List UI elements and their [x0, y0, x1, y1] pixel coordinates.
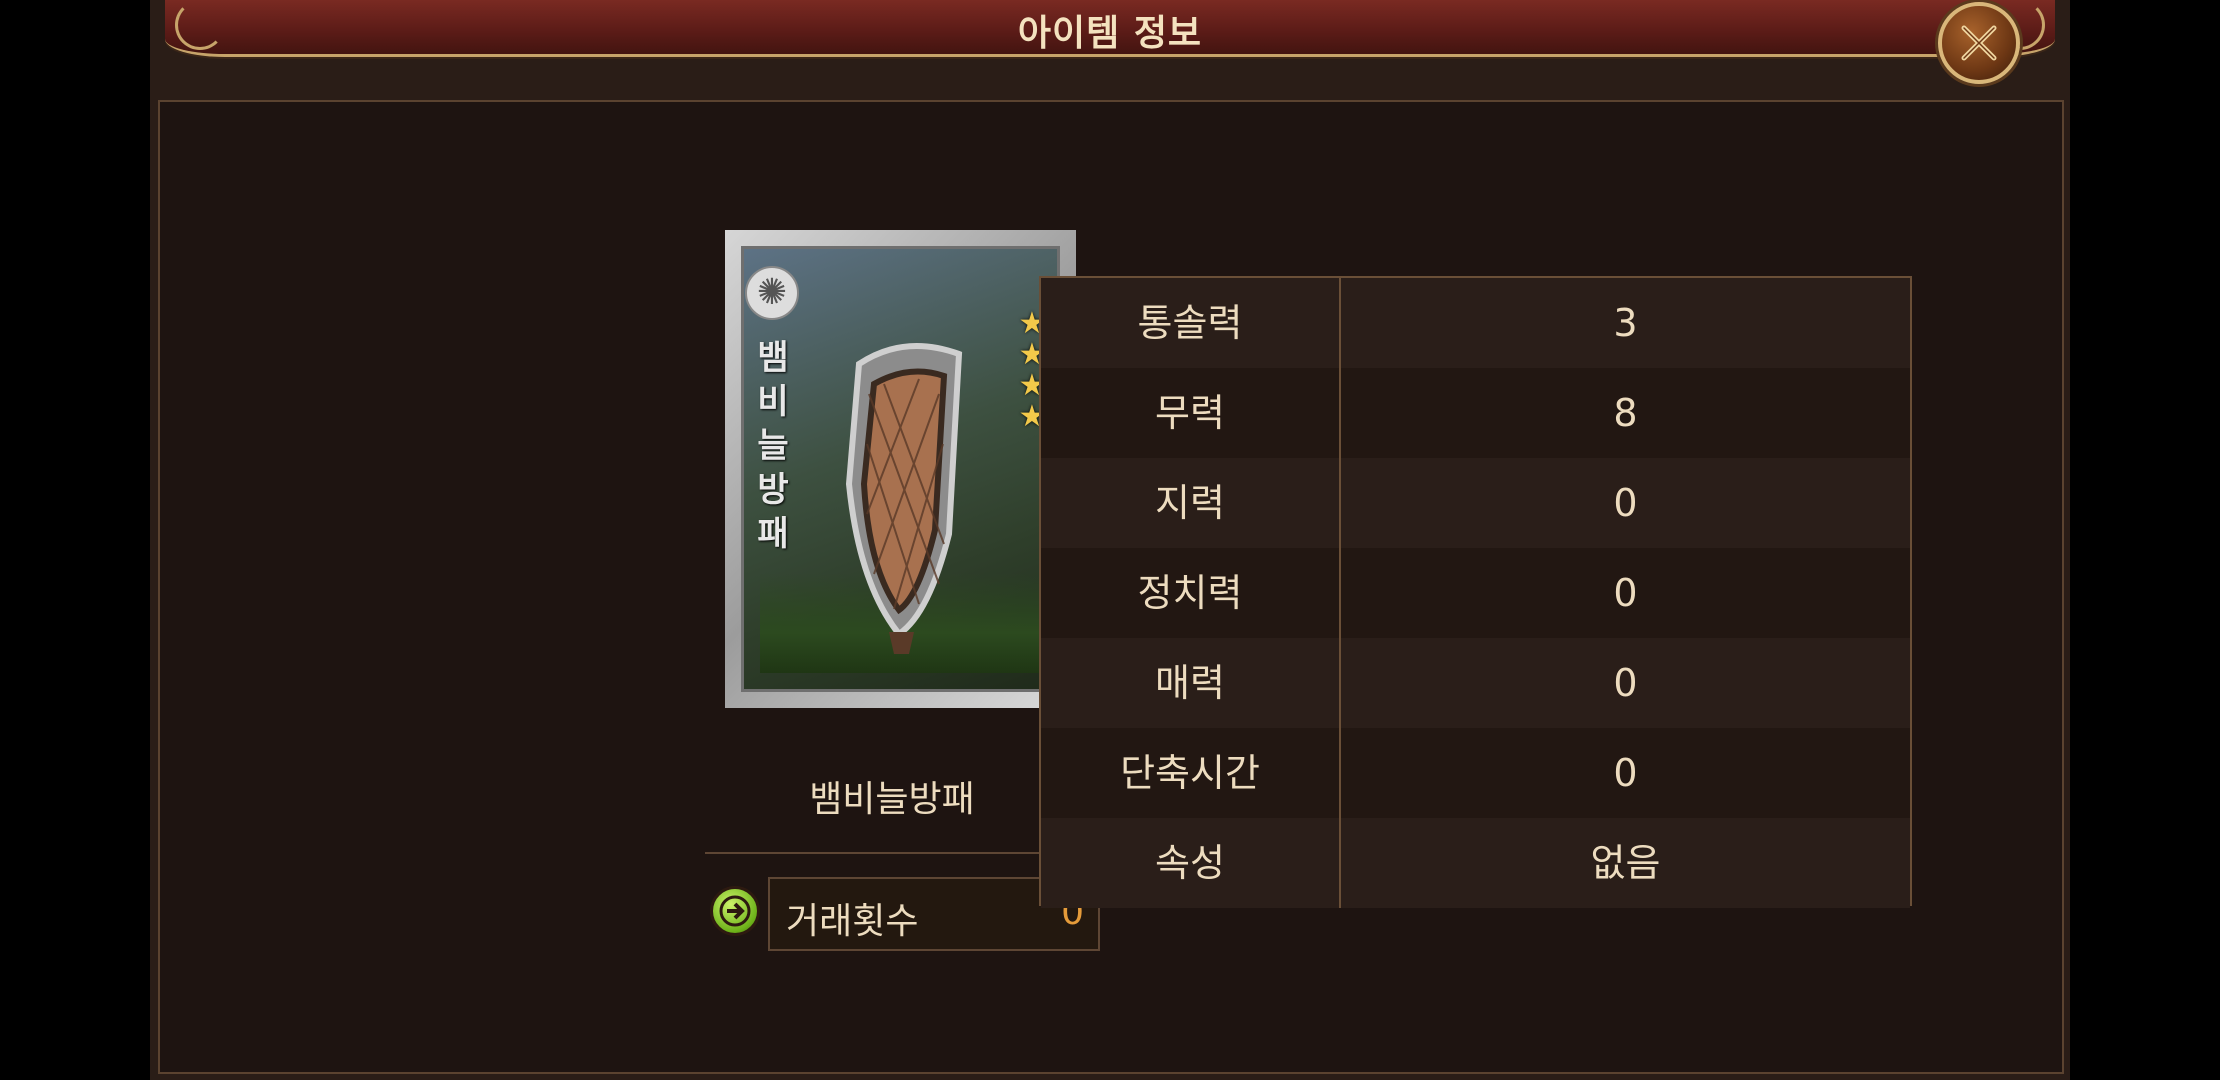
- shield-image: [845, 343, 963, 654]
- stat-label: 매력: [1041, 638, 1341, 728]
- stat-label: 통솔력: [1041, 278, 1341, 368]
- item-name: 뱀비늘방패: [809, 779, 975, 820]
- card-emblem-icon: ✺: [745, 266, 799, 320]
- stat-row: 정치력 0: [1041, 548, 1910, 638]
- stat-label: 지력: [1041, 458, 1341, 548]
- stat-row: 무력 8: [1041, 368, 1910, 458]
- stat-value: 0: [1613, 661, 1638, 705]
- title-bar: 아이템 정보: [165, 0, 2055, 57]
- card-name-vertical: 뱀비늘방패: [757, 338, 789, 554]
- close-button[interactable]: [1938, 2, 2020, 84]
- stat-label: 단축시간: [1041, 728, 1341, 818]
- stat-value: 8: [1613, 391, 1638, 435]
- stat-row: 단축시간 0: [1041, 728, 1910, 818]
- stat-value: 0: [1613, 571, 1638, 615]
- stat-row: 지력 0: [1041, 458, 1910, 548]
- stat-value: 없음: [1590, 841, 1661, 885]
- trade-count-label: 거래횟수: [786, 901, 919, 942]
- item-card-image: ✺ 뱀비늘방패 ★ ★ ★ ★ SanW-EPISODE1: [725, 230, 1076, 708]
- close-x-icon: [1961, 25, 1997, 61]
- stat-value: 0: [1613, 481, 1638, 525]
- stat-label: 무력: [1041, 368, 1341, 458]
- stat-value: 0: [1613, 751, 1638, 795]
- stat-row: 매력 0: [1041, 638, 1910, 728]
- arrow-right-icon[interactable]: [710, 886, 760, 936]
- stat-row: 속성 없음: [1041, 818, 1910, 908]
- stats-table: 통솔력 3 무력 8 지력 0 정치력 0 매력 0 단축시간 0 속성 없음: [1039, 276, 1912, 908]
- stat-label: 정치력: [1041, 548, 1341, 638]
- stat-label: 속성: [1041, 818, 1341, 908]
- stat-row: 통솔력 3: [1041, 278, 1910, 368]
- item-info-panel: 아이템 정보 ✺ 뱀비늘방패 ★ ★ ★ ★ 뱀비늘방패 거래횟수 0 통솔력 …: [150, 0, 2070, 1080]
- stat-value: 3: [1613, 301, 1638, 345]
- page-title: 아이템 정보: [1017, 13, 1203, 54]
- content-frame: ✺ 뱀비늘방패 ★ ★ ★ ★ SanW-EPISODE1 뱀비늘방패 거래횟수…: [158, 100, 2064, 1074]
